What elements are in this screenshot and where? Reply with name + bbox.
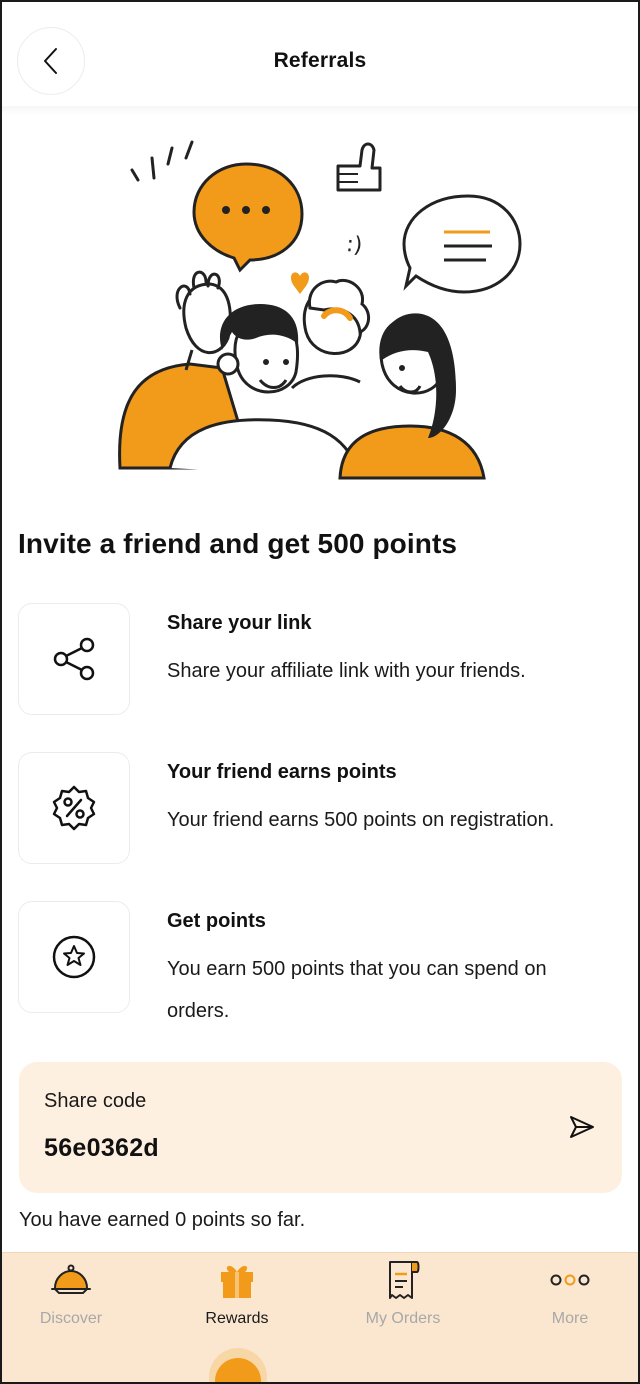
top-bar: Referrals [0,0,640,112]
bottom-navigation: Discover Rewards My Orders More [0,1252,640,1384]
cloche-icon [51,1264,91,1294]
step-points-title: Get points [167,910,266,932]
step-points-icon-box [18,901,130,1013]
percent-badge-icon [52,785,96,831]
step-points-description: You earn 500 points that you can spend o… [167,958,547,1022]
invite-headline: Invite a friend and get 500 points [18,528,458,559]
step-friend-title: Your friend earns points [167,761,397,783]
gift-icon [221,1265,253,1298]
nav-label-more: More [551,1310,589,1327]
nav-item-rewards[interactable]: Rewards [177,1253,297,1353]
earned-points-text: You have earned 0 points so far. [19,1209,306,1231]
step-share-icon-box [18,603,130,715]
step-share-description: Share your affiliate link with your frie… [167,660,526,682]
header-divider [0,106,640,116]
share-code-label: Share code [44,1090,147,1112]
star-circle-icon [52,935,96,979]
step-friend-description: Your friend earns 500 points on registra… [167,809,555,831]
active-tab-indicator-dot [215,1358,261,1384]
nav-label-discover: Discover [39,1310,103,1327]
nav-item-discover[interactable]: Discover [11,1253,131,1353]
more-dots-icon [550,1274,590,1286]
nav-label-my-orders: My Orders [365,1310,441,1327]
share-icon [53,637,95,681]
page-title: Referrals [273,49,367,72]
svg-text::): :) [345,232,364,259]
nav-label-rewards: Rewards [205,1310,269,1327]
nav-item-my-orders[interactable]: My Orders [343,1253,463,1353]
step-friend-icon-box [18,752,130,864]
send-button[interactable] [567,1112,597,1142]
step-share-title: Share your link [167,612,312,634]
share-code-card: Share code 56e0362d [19,1062,622,1193]
friends-illustration: :) [118,140,522,480]
receipt-icon [389,1261,420,1299]
nav-item-more[interactable]: More [510,1253,630,1353]
send-icon [570,1116,594,1138]
share-code-value[interactable]: 56e0362d [44,1134,159,1163]
